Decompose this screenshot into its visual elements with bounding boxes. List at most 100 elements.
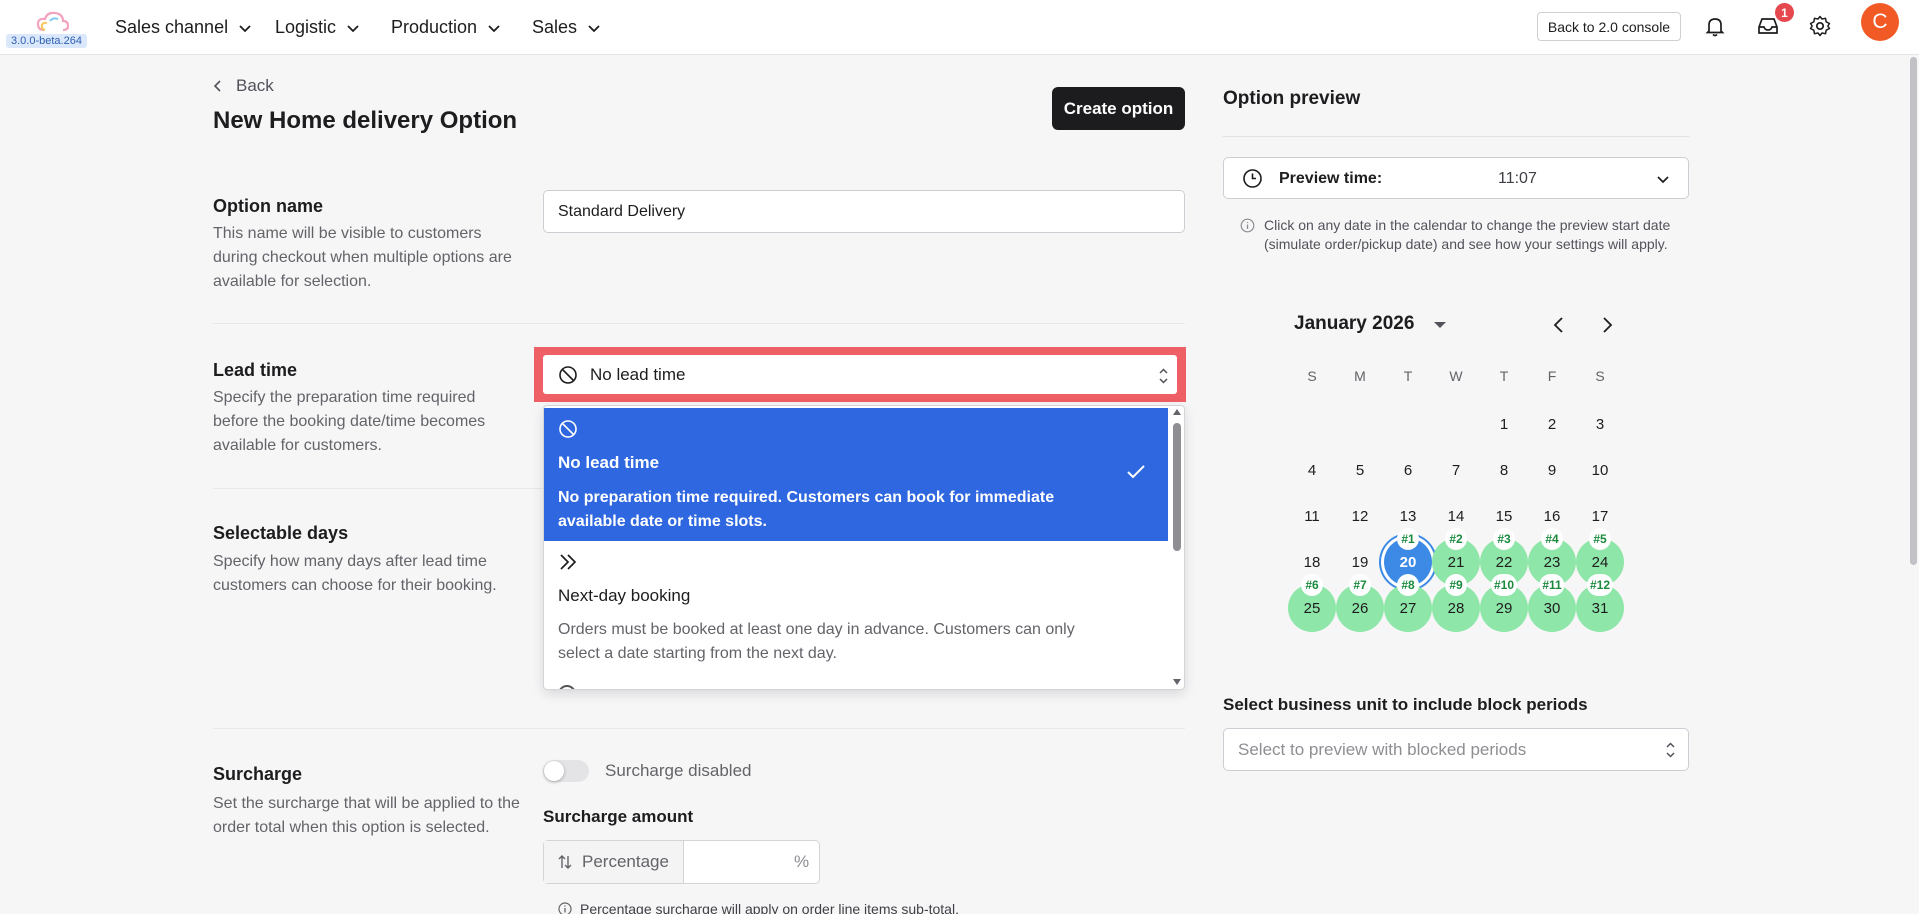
- chevron-down-icon: [588, 24, 600, 32]
- weekday-header: S: [1307, 368, 1317, 384]
- calendar-day[interactable]: 30 #11: [1528, 574, 1576, 632]
- chevron-down-icon: [1657, 176, 1669, 184]
- divider: [213, 323, 1185, 324]
- calendar-day[interactable]: 8: [1480, 446, 1528, 494]
- calendar-day[interactable]: 5: [1336, 446, 1384, 494]
- option-name-input[interactable]: Standard Delivery: [543, 190, 1185, 233]
- create-option-button[interactable]: Create option: [1052, 87, 1185, 130]
- option-title: No lead time: [558, 453, 660, 472]
- surcharge-title: Surcharge: [213, 764, 303, 784]
- calendar-day-number: 18: [1303, 553, 1321, 571]
- calendar-day-number: 2: [1547, 415, 1557, 433]
- calendar-day[interactable]: 11: [1288, 492, 1336, 540]
- calendar-day-number: 16: [1543, 507, 1561, 525]
- calendar-day-number: 31: [1591, 599, 1609, 617]
- calendar-day-number: 13: [1399, 507, 1417, 525]
- nav-sales-channel[interactable]: Sales channel: [115, 17, 252, 38]
- surcharge-amount-input[interactable]: [685, 841, 785, 883]
- calendar-day-number: 21: [1447, 553, 1465, 571]
- selectable-day-tag: #6: [1301, 574, 1323, 596]
- ban-icon: [559, 365, 577, 384]
- selectable-day-tag: #4: [1541, 528, 1563, 550]
- surcharge-amount-label: Surcharge amount: [543, 807, 694, 826]
- lead-time-dropdown: No lead time No preparation time require…: [543, 405, 1185, 690]
- calendar-day[interactable]: 27 #8: [1384, 574, 1432, 632]
- chevron-down-icon: [239, 24, 251, 32]
- next-option-icon: [558, 685, 576, 689]
- nav-label: Logistic: [275, 17, 337, 37]
- lead-time-title: Lead time: [213, 360, 298, 380]
- lead-time-option-no-lead-time[interactable]: No lead time No preparation time require…: [544, 408, 1168, 541]
- surcharge-type-toggle[interactable]: Percentage: [544, 841, 684, 883]
- calendar-day[interactable]: 31 #12: [1576, 574, 1624, 632]
- selectable-day-tag: #2: [1445, 528, 1467, 550]
- ban-icon: [559, 420, 577, 438]
- divider: [1223, 136, 1689, 137]
- checkmark-icon: [1127, 465, 1145, 479]
- calendar-day[interactable]: 12: [1336, 492, 1384, 540]
- back-link[interactable]: Back: [212, 76, 274, 96]
- back-to-console-button[interactable]: Back to 2.0 console: [1537, 12, 1681, 41]
- dropdown-scrollbar-thumb[interactable]: [1173, 423, 1181, 551]
- surcharge-note-text: Percentage surcharge will apply on order…: [580, 901, 959, 914]
- calendar-day[interactable]: 10: [1576, 446, 1624, 494]
- calendar-day[interactable]: 28 #9: [1432, 574, 1480, 632]
- preview-time-label: Preview time:: [1279, 170, 1383, 187]
- lead-time-select[interactable]: No lead time: [543, 355, 1177, 394]
- weekday-header: W: [1449, 368, 1463, 384]
- caret-down-icon[interactable]: [1433, 320, 1447, 330]
- chevron-left-icon[interactable]: [1552, 316, 1566, 334]
- surcharge-amount-field: Percentage %: [543, 840, 820, 884]
- nav-sales[interactable]: Sales: [532, 17, 601, 38]
- cloud-logo-icon[interactable]: [36, 10, 70, 36]
- info-icon: [558, 902, 572, 914]
- calendar-day[interactable]: 26 #7: [1336, 574, 1384, 632]
- selectable-day-tag: #1: [1397, 528, 1419, 550]
- nav-label: Sales channel: [115, 17, 229, 37]
- double-chevron-right-icon: [560, 554, 577, 570]
- calendar-day-number: 22: [1495, 553, 1513, 571]
- surcharge-toggle[interactable]: [543, 760, 589, 782]
- business-unit-label: Select business unit to include block pe…: [1223, 695, 1588, 714]
- weekday-header: T: [1499, 368, 1509, 384]
- selectable-day-tag: #11: [1539, 574, 1565, 596]
- weekday-header: S: [1595, 368, 1605, 384]
- option-title: Next-day booking: [558, 586, 691, 605]
- calendar-day-number: 26: [1351, 599, 1369, 617]
- calendar-day[interactable]: 9: [1528, 446, 1576, 494]
- scroll-down-arrow-icon[interactable]: [1171, 676, 1183, 688]
- percent-sign: %: [794, 852, 810, 871]
- calendar-day[interactable]: 2: [1528, 400, 1576, 448]
- calendar-day-number: 5: [1355, 461, 1365, 479]
- calendar-day-number: 24: [1591, 553, 1609, 571]
- preview-info-text: Click on any date in the calendar to cha…: [1264, 217, 1671, 252]
- calendar-month[interactable]: January 2026: [1294, 313, 1414, 335]
- selectable-day-tag: #5: [1589, 528, 1611, 550]
- bell-icon[interactable]: [1703, 14, 1727, 38]
- avatar[interactable]: C: [1861, 3, 1899, 41]
- calendar-day-number: 23: [1543, 553, 1561, 571]
- calendar-day[interactable]: 3: [1576, 400, 1624, 448]
- calendar-day[interactable]: 29 #10: [1480, 574, 1528, 632]
- calendar-day-number: 9: [1547, 461, 1557, 479]
- page-scrollbar[interactable]: [1908, 55, 1919, 914]
- nav-logistic[interactable]: Logistic: [275, 17, 360, 38]
- selectable-day-tag: #10: [1490, 574, 1518, 596]
- business-unit-select[interactable]: Select to preview with blocked periods: [1223, 728, 1689, 771]
- nav-production[interactable]: Production: [391, 17, 501, 38]
- page-scrollbar-thumb[interactable]: [1910, 57, 1917, 565]
- calendar-day[interactable]: 1: [1480, 400, 1528, 448]
- gear-icon[interactable]: [1808, 14, 1832, 38]
- calendar-day[interactable]: 4: [1288, 446, 1336, 494]
- calendar-day[interactable]: 7: [1432, 446, 1480, 494]
- calendar-day-number: 12: [1351, 507, 1369, 525]
- scroll-up-arrow-icon[interactable]: [1171, 406, 1183, 418]
- calendar-day-number: 28: [1447, 599, 1465, 617]
- calendar-day[interactable]: 6: [1384, 446, 1432, 494]
- lead-time-selected: No lead time: [590, 364, 686, 384]
- selectable-day-tag: #7: [1349, 574, 1371, 596]
- calendar-day[interactable]: 25 #6: [1288, 574, 1336, 632]
- preview-time-select[interactable]: Preview time: 11:07: [1223, 157, 1689, 199]
- chevron-right-icon[interactable]: [1600, 316, 1614, 334]
- calendar-day-number: 27: [1399, 599, 1417, 617]
